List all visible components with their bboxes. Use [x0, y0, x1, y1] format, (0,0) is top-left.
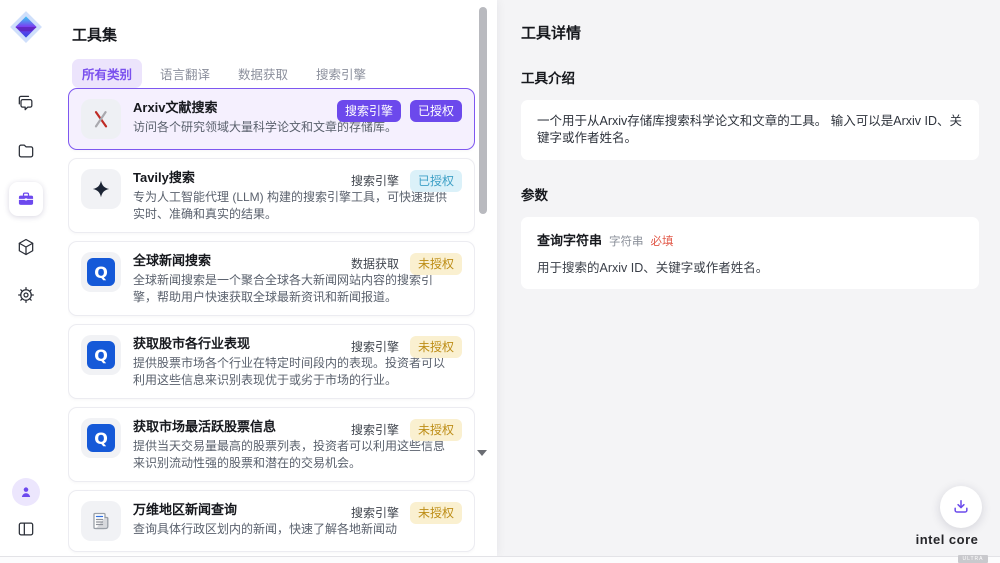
tab-all-categories[interactable]: 所有类别: [72, 59, 142, 88]
tab-search-engine[interactable]: 搜索引擎: [306, 59, 376, 88]
params-heading: 参数: [521, 184, 976, 204]
auth-status-badge: 已授权: [410, 100, 462, 122]
toggle-panel-button[interactable]: [11, 514, 41, 544]
tool-description: 专为人工智能代理 (LLM) 构建的搜索引擎工具，可快速提供实时、准确和真实的结…: [133, 189, 455, 222]
layout-icon: [16, 519, 36, 539]
tool-description: 提供股票市场各个行业在特定时间段内的表现。投资者可以利用这些信息来识别表现优于或…: [133, 355, 455, 388]
chat-icon: [16, 93, 36, 113]
nav-chat[interactable]: [9, 86, 43, 120]
category-badge: 搜索引擎: [349, 502, 401, 524]
scrollbar-down-arrow[interactable]: [477, 450, 487, 456]
tavily-star-icon: [81, 169, 121, 209]
tool-detail-panel: 工具详情 工具介绍 一个用于从Arxiv存储库搜索科学论文和文章的工具。 输入可…: [497, 0, 1000, 556]
download-button[interactable]: [940, 486, 982, 528]
tool-card-tavily[interactable]: Tavily搜索 专为人工智能代理 (LLM) 构建的搜索引擎工具，可快速提供实…: [68, 158, 475, 233]
param-description: 用于搜索的Arxiv ID、关键字或作者姓名。: [537, 257, 963, 276]
nav-files[interactable]: [9, 134, 43, 168]
nav-packages[interactable]: [9, 230, 43, 264]
category-tabs: 所有类别 语言翻译 数据获取 搜索引擎: [72, 59, 376, 88]
toolset-title: 工具集: [72, 24, 117, 45]
q-logo: Q: [87, 258, 115, 286]
toolbox-icon: [16, 189, 36, 209]
tab-language-translation[interactable]: 语言翻译: [150, 59, 220, 88]
tool-card-regional-news[interactable]: 万维地区新闻查询 查询具体行政区划内的新闻，快速了解各地新闻动 搜索引擎 未授权: [68, 490, 475, 552]
category-badge: 搜索引擎: [349, 336, 401, 358]
auth-status-badge: 未授权: [410, 502, 462, 524]
nav-toolbox-active[interactable]: [9, 182, 43, 216]
rail-nav: [9, 86, 43, 312]
folder-icon: [16, 141, 36, 161]
user-avatar[interactable]: [12, 478, 40, 506]
q-logo: Q: [87, 424, 115, 452]
auth-status-badge: 未授权: [410, 253, 462, 275]
tool-card-global-news[interactable]: Q 全球新闻搜索 全球新闻搜索是一个聚合全球各大新闻网站内容的搜索引擎，帮助用户…: [68, 241, 475, 316]
tab-data-fetch[interactable]: 数据获取: [228, 59, 298, 88]
arxiv-logo: [81, 99, 121, 139]
param-required-label: 必填: [651, 233, 674, 249]
tool-list: Arxiv文献搜索 访问各个研究领域大量科学论文和文章的存储库。 搜索引擎 已授…: [68, 88, 475, 556]
tool-description: 全球新闻搜索是一个聚合全球各大新闻网站内容的搜索引擎，帮助用户快速获取全球最新资…: [133, 272, 455, 305]
tool-card-sector-performance[interactable]: Q 获取股市各行业表现 提供股票市场各个行业在特定时间段内的表现。投资者可以利用…: [68, 324, 475, 399]
auth-status-badge: 已授权: [410, 170, 462, 192]
category-badge: 搜索引擎: [349, 170, 401, 192]
tool-description: 提供当天交易量最高的股票列表，投资者可以利用这些信息来识别流动性强的股票和潜在的…: [133, 438, 455, 471]
category-badge: 数据获取: [349, 253, 401, 275]
app-window: 工具集 所有类别 语言翻译 数据获取 搜索引擎 Arxiv文献搜索 访问各个研究…: [0, 0, 1000, 563]
intro-card: 一个用于从Arxiv存储库搜索科学论文和文章的工具。 输入可以是Arxiv ID…: [521, 100, 979, 160]
category-badge: 搜索引擎: [349, 419, 401, 441]
download-icon: [951, 497, 971, 517]
user-avatar-icon: [18, 484, 34, 500]
toolset-panel: 工具集 所有类别 语言翻译 数据获取 搜索引擎 Arxiv文献搜索 访问各个研究…: [52, 0, 497, 556]
param-name: 查询字符串: [537, 230, 602, 249]
detail-title: 工具详情: [521, 22, 976, 43]
intel-ultra-badge: ultra: [958, 555, 987, 563]
nav-settings[interactable]: [9, 278, 43, 312]
param-type: 字符串: [609, 233, 644, 249]
param-card: 查询字符串 字符串 必填 用于搜索的Arxiv ID、关键字或作者姓名。: [521, 217, 979, 289]
intro-heading: 工具介绍: [521, 67, 976, 87]
q-logo: Q: [87, 341, 115, 369]
window-bottom-edge: [0, 556, 1000, 563]
intro-text: 一个用于从Arxiv存储库搜索科学论文和文章的工具。 输入可以是Arxiv ID…: [537, 113, 963, 147]
auth-status-badge: 未授权: [410, 419, 462, 441]
newspaper-icon: [81, 501, 121, 541]
tool-card-arxiv[interactable]: Arxiv文献搜索 访问各个研究领域大量科学论文和文章的存储库。 搜索引擎 已授…: [68, 88, 475, 150]
scrollbar-thumb[interactable]: [479, 7, 487, 214]
rail-bottom: [0, 478, 52, 544]
intel-core-logo: intel core ultra: [904, 532, 990, 563]
tool-card-active-stocks[interactable]: Q 获取市场最活跃股票信息 提供当天交易量最高的股票列表，投资者可以利用这些信息…: [68, 407, 475, 482]
left-rail: [0, 0, 52, 556]
auth-status-badge: 未授权: [410, 336, 462, 358]
category-badge: 搜索引擎: [337, 100, 401, 122]
cube-icon: [16, 237, 36, 257]
intel-brand-text: intel core: [916, 532, 979, 547]
settings-icon: [16, 285, 36, 305]
app-logo-icon: [9, 10, 43, 44]
